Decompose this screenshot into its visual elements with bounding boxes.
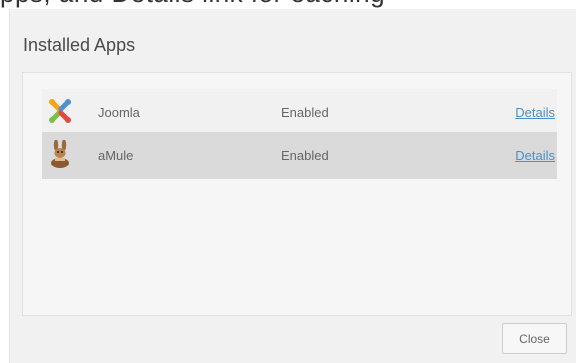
amule-icon	[51, 140, 69, 168]
details-link[interactable]: Details	[515, 105, 555, 120]
previous-page-strip: pps, and Details link for eaching	[0, 0, 579, 9]
joomla-icon	[49, 99, 71, 123]
details-link[interactable]: Details	[515, 148, 555, 163]
app-status: Enabled	[281, 148, 329, 163]
cropped-heading-text: pps, and Details link for eaching	[0, 0, 579, 9]
app-name: Joomla	[98, 105, 140, 120]
app-status: Enabled	[281, 105, 329, 120]
list-item-joomla: Joomla Enabled Details	[42, 89, 557, 136]
close-button[interactable]: Close	[502, 323, 567, 354]
dialog-title: Installed Apps	[23, 35, 136, 55]
app-name: aMule	[98, 148, 134, 163]
installed-apps-list: Joomla Enabled Details aMule Enabled Det…	[22, 72, 572, 316]
list-item-amule: aMule Enabled Details	[42, 132, 557, 179]
installed-apps-dialog: Installed Apps Joomla Enabled Details aM…	[9, 9, 576, 363]
